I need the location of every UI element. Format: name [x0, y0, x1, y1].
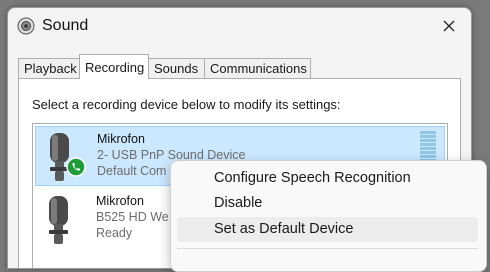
context-menu: Configure Speech Recognition Disable Set… [170, 160, 487, 272]
close-icon [443, 20, 455, 32]
tab-playback[interactable]: Playback [18, 58, 80, 78]
speaker-icon [17, 17, 35, 35]
menu-item-disable[interactable]: Disable [177, 191, 478, 216]
menu-item-configure-speech-recognition[interactable]: Configure Speech Recognition [177, 166, 478, 191]
tab-sounds[interactable]: Sounds [148, 58, 205, 78]
device-name: Mikrofon [96, 194, 144, 208]
microphone-icon [49, 196, 68, 244]
menu-item-set-as-default-device[interactable]: Set as Default Device [177, 217, 478, 242]
close-button[interactable] [437, 14, 461, 38]
phone-icon [66, 157, 86, 177]
tab-communications[interactable]: Communications [204, 58, 311, 78]
device-description: B525 HD We [96, 210, 169, 224]
window-title: Sound [42, 17, 89, 34]
instruction-text: Select a recording device below to modif… [32, 97, 341, 112]
tab-recording[interactable]: Recording [79, 54, 149, 79]
device-status: Ready [96, 226, 133, 240]
title-bar[interactable]: Sound [8, 8, 471, 44]
menu-separator [177, 248, 478, 249]
device-name: Mikrofon [97, 132, 145, 146]
